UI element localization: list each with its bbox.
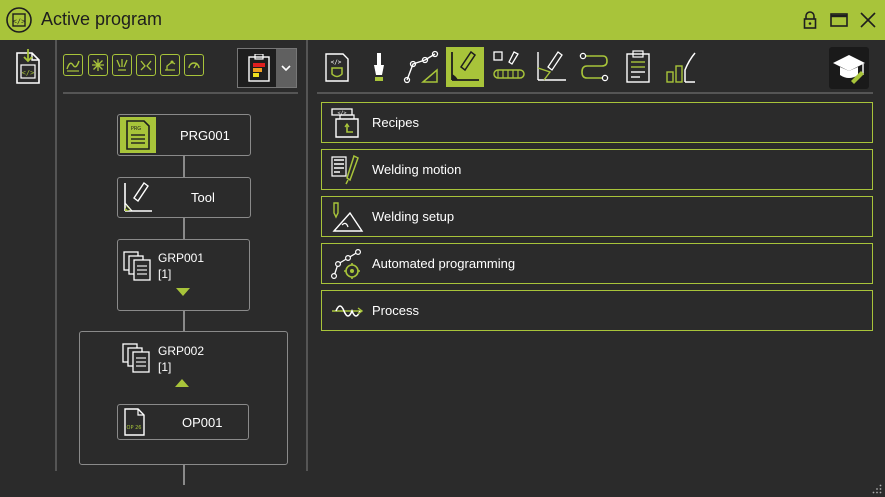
tool-node-label: Tool xyxy=(191,190,215,205)
lock-icon xyxy=(803,11,817,29)
welding-setup-icon xyxy=(332,202,364,232)
toolbar-clipboard-button[interactable] xyxy=(619,47,657,87)
maximize-button[interactable] xyxy=(828,9,850,31)
svg-text:OP 26: OP 26 xyxy=(127,425,142,431)
program-node-label: PRG001 xyxy=(180,128,230,143)
menu-item-label: Recipes xyxy=(372,115,419,130)
menu-item-label: Process xyxy=(372,303,419,318)
operation-node-label: OP001 xyxy=(182,415,223,430)
tree-connector xyxy=(183,310,185,331)
toolbar-welding-button[interactable] xyxy=(446,47,484,87)
code-shield-icon: </> xyxy=(325,53,349,82)
torch-icon xyxy=(116,59,128,71)
welding-torch-icon xyxy=(124,181,152,212)
welding-motion-icon xyxy=(331,154,359,185)
group-documents-icon xyxy=(122,343,150,373)
menu-item-automated-programming[interactable]: Automated programming xyxy=(321,243,873,284)
operation-node[interactable]: OP 26 OP001 xyxy=(117,404,249,440)
spark-filter-button[interactable] xyxy=(88,54,108,76)
weld-seam-icon xyxy=(66,60,80,72)
recipes-icon: </> xyxy=(331,108,359,138)
torch-nozzle-icon xyxy=(374,53,384,81)
svg-text:</>: </> xyxy=(13,18,26,26)
toolbar-route-button[interactable] xyxy=(575,47,613,87)
group-node[interactable]: GRP001 [1] xyxy=(117,239,250,311)
training-mode-button[interactable] xyxy=(829,47,869,89)
path-points-icon xyxy=(403,50,439,84)
wire-feed-icon xyxy=(493,51,525,79)
menu-item-welding-setup[interactable]: Welding setup xyxy=(321,196,873,237)
gauge-filter-button[interactable] xyxy=(184,54,204,76)
program-file-icon[interactable]: </> xyxy=(14,49,42,85)
lock-button[interactable] xyxy=(799,9,821,31)
tree-connector xyxy=(183,155,185,177)
svg-text:</>: </> xyxy=(331,59,342,66)
automated-programming-icon xyxy=(330,248,362,280)
program-selector-dropdown[interactable] xyxy=(237,48,297,88)
close-button[interactable] xyxy=(857,9,879,31)
group-node-label: GRP001 xyxy=(158,251,205,265)
group-documents-icon xyxy=(123,251,151,281)
program-status-icon xyxy=(248,54,270,82)
route-icon xyxy=(579,52,609,82)
resize-grip-icon[interactable] xyxy=(872,484,882,494)
menu-item-welding-motion[interactable]: Welding motion xyxy=(321,149,873,190)
spark-icon xyxy=(92,59,104,71)
menu-item-process[interactable]: Process xyxy=(321,290,873,331)
toolbar-wire-feed-button[interactable] xyxy=(489,47,527,87)
title-bar: </> Active program xyxy=(0,0,885,40)
robot-arm-icon xyxy=(165,60,176,71)
sensor-filter-button[interactable] xyxy=(136,54,156,76)
program-document-icon: PRG xyxy=(120,117,156,153)
svg-text:</>: </> xyxy=(22,69,35,77)
menu-item-recipes[interactable]: </> Recipes xyxy=(321,102,873,143)
toolbar-path-button[interactable] xyxy=(402,47,440,87)
process-icon xyxy=(332,305,364,317)
maximize-icon xyxy=(830,13,848,27)
toolbar-torch-button[interactable] xyxy=(360,47,398,87)
weld-seam-filter-button[interactable] xyxy=(63,54,83,76)
tree-top-separator xyxy=(63,92,298,94)
expand-arrow-icon[interactable] xyxy=(176,288,190,296)
gauge-icon xyxy=(188,62,200,69)
tree-connector xyxy=(183,217,185,239)
robot-filter-button[interactable] xyxy=(160,54,180,76)
collapse-arrow-icon[interactable] xyxy=(175,379,189,387)
program-logo-icon: </> xyxy=(6,7,32,33)
window-title: Active program xyxy=(41,9,163,29)
tree-connector xyxy=(183,465,185,485)
toolbar-separator xyxy=(317,92,873,94)
welding-torch-icon xyxy=(451,50,479,81)
tree-panel-divider xyxy=(306,40,308,471)
sensor-icon xyxy=(140,60,152,71)
left-strip-divider xyxy=(55,40,57,471)
svg-text:PRG: PRG xyxy=(131,126,141,132)
chevron-down-icon xyxy=(281,65,291,72)
menu-item-label: Welding setup xyxy=(372,209,455,224)
toolbar-chart-button[interactable] xyxy=(661,47,699,87)
tool-node[interactable]: Tool xyxy=(117,177,251,218)
torch-filter-button[interactable] xyxy=(112,54,132,76)
graduation-cap-icon xyxy=(833,55,865,84)
menu-item-label: Automated programming xyxy=(372,256,516,271)
dropdown-arrow[interactable] xyxy=(276,49,296,87)
close-icon xyxy=(860,12,876,28)
operation-document-icon: OP 26 xyxy=(124,408,145,436)
menu-item-label: Welding motion xyxy=(372,162,462,177)
toolbar-shield-document-button[interactable]: </> xyxy=(318,47,356,87)
group-node-count: [1] xyxy=(158,360,172,374)
toolbar-angle-button[interactable] xyxy=(532,47,570,87)
growth-chart-icon xyxy=(666,52,696,83)
program-node[interactable]: PRG PRG001 xyxy=(117,114,251,156)
clipboard-icon xyxy=(626,50,650,83)
group-node-label: GRP002 xyxy=(158,344,205,358)
torch-angle-icon xyxy=(537,51,566,81)
group-node-count: [1] xyxy=(158,267,172,281)
